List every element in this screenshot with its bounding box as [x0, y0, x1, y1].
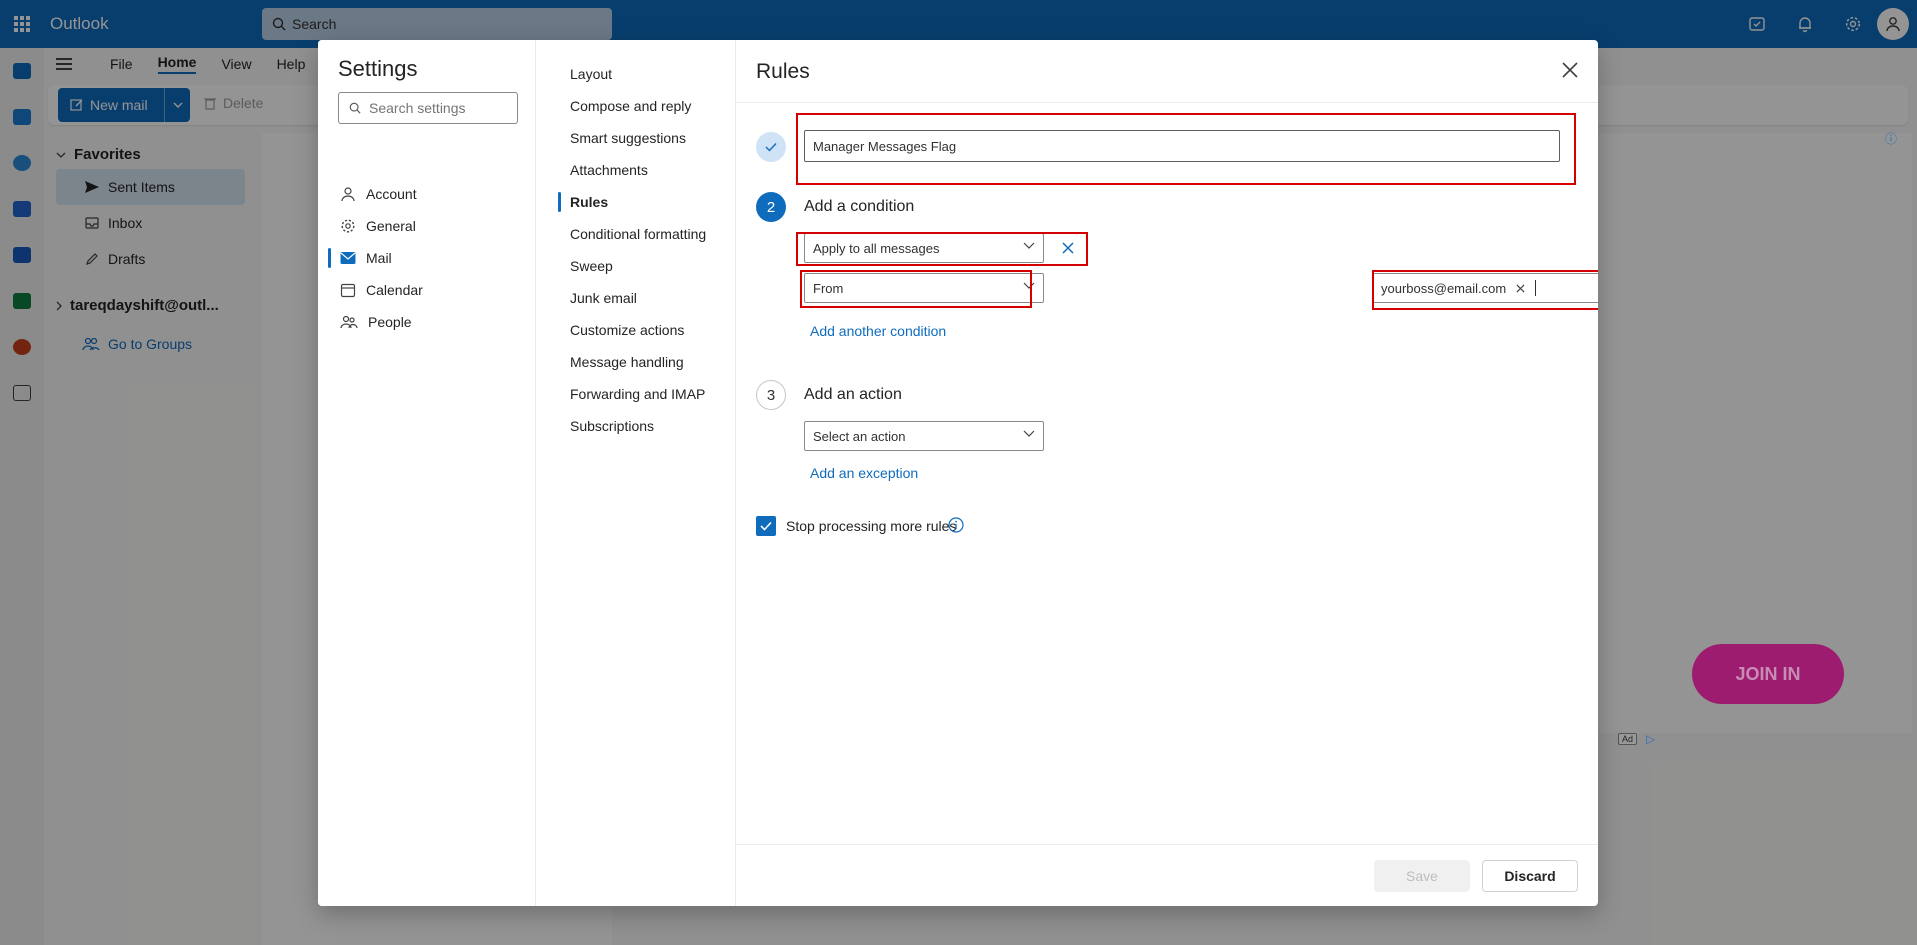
subsection-customize-actions[interactable]: Customize actions	[536, 314, 736, 346]
settings-categories: Settings Account General Mail Calendar P…	[318, 40, 536, 906]
subsection-junk-email[interactable]: Junk email	[536, 282, 736, 314]
category-general[interactable]: General	[318, 210, 536, 242]
subsection-conditional-formatting[interactable]: Conditional formatting	[536, 218, 736, 250]
settings-dialog: Settings Account General Mail Calendar P…	[318, 40, 1598, 906]
subsection-attachments[interactable]: Attachments	[536, 154, 736, 186]
category-people[interactable]: People	[318, 306, 536, 338]
settings-search[interactable]	[338, 92, 518, 124]
info-icon[interactable]	[948, 517, 964, 533]
rules-title: Rules	[756, 60, 810, 83]
step-2-label: Add a condition	[804, 198, 915, 215]
checkmark-icon	[765, 143, 777, 152]
highlight-box	[1372, 270, 1598, 310]
chevron-down-icon	[1023, 430, 1035, 437]
calendar-icon	[340, 283, 356, 298]
highlight-box	[796, 113, 1576, 185]
category-calendar[interactable]: Calendar	[318, 274, 536, 306]
subsection-layout[interactable]: Layout	[536, 58, 736, 90]
subsection-forwarding-and-imap[interactable]: Forwarding and IMAP	[536, 378, 736, 410]
add-exception-link[interactable]: Add an exception	[810, 465, 918, 481]
people-icon	[340, 315, 358, 329]
divider	[736, 102, 1598, 103]
close-icon	[1562, 62, 1578, 78]
search-icon	[349, 102, 361, 114]
step-3-badge: 3	[756, 380, 786, 410]
category-label: Calendar	[366, 282, 423, 298]
ad-badge: Ad	[1618, 733, 1638, 745]
category-label: People	[368, 314, 412, 330]
subsection-compose-and-reply[interactable]: Compose and reply	[536, 90, 736, 122]
subsection-rules[interactable]: Rules	[536, 186, 736, 218]
gear-icon	[341, 219, 355, 233]
subsection-smart-suggestions[interactable]: Smart suggestions	[536, 122, 736, 154]
add-another-condition-link[interactable]: Add another condition	[810, 323, 946, 339]
category-label: Mail	[366, 250, 392, 266]
close-button[interactable]	[1556, 56, 1584, 84]
step-3-label: Add an action	[804, 386, 902, 403]
mail-subsections: Layout Compose and reply Smart suggestio…	[536, 40, 736, 906]
stop-processing-label: Stop processing more rules	[786, 518, 957, 534]
stop-processing-checkbox[interactable]	[756, 516, 776, 536]
person-icon	[341, 187, 355, 202]
mail-icon	[340, 252, 356, 264]
category-mail[interactable]: Mail	[318, 242, 536, 274]
highlight-box	[796, 232, 1088, 266]
subsection-sweep[interactable]: Sweep	[536, 250, 736, 282]
save-button[interactable]: Save	[1374, 860, 1470, 892]
info-icon[interactable]: ⓘ	[1885, 130, 1897, 147]
action-placeholder: Select an action	[813, 428, 906, 444]
divider	[736, 844, 1598, 845]
rules-panel: Rules 2 Add a condition Apply to all mes…	[736, 40, 1598, 906]
discard-button[interactable]: Discard	[1482, 860, 1578, 892]
category-label: Account	[366, 186, 417, 202]
category-label: General	[366, 218, 416, 234]
action-dropdown[interactable]: Select an action	[804, 421, 1044, 451]
step-2-badge: 2	[756, 192, 786, 222]
step-1-complete	[756, 132, 786, 162]
subsection-subscriptions[interactable]: Subscriptions	[536, 410, 736, 442]
highlight-box	[800, 270, 1032, 308]
checkmark-icon	[760, 521, 772, 531]
adchoices-icon[interactable]: ▷	[1646, 732, 1655, 746]
subsection-message-handling[interactable]: Message handling	[536, 346, 736, 378]
ad-join-button[interactable]: JOIN IN	[1692, 644, 1844, 704]
settings-search-input[interactable]	[369, 100, 509, 116]
category-account[interactable]: Account	[318, 178, 536, 210]
settings-title: Settings	[338, 56, 418, 81]
